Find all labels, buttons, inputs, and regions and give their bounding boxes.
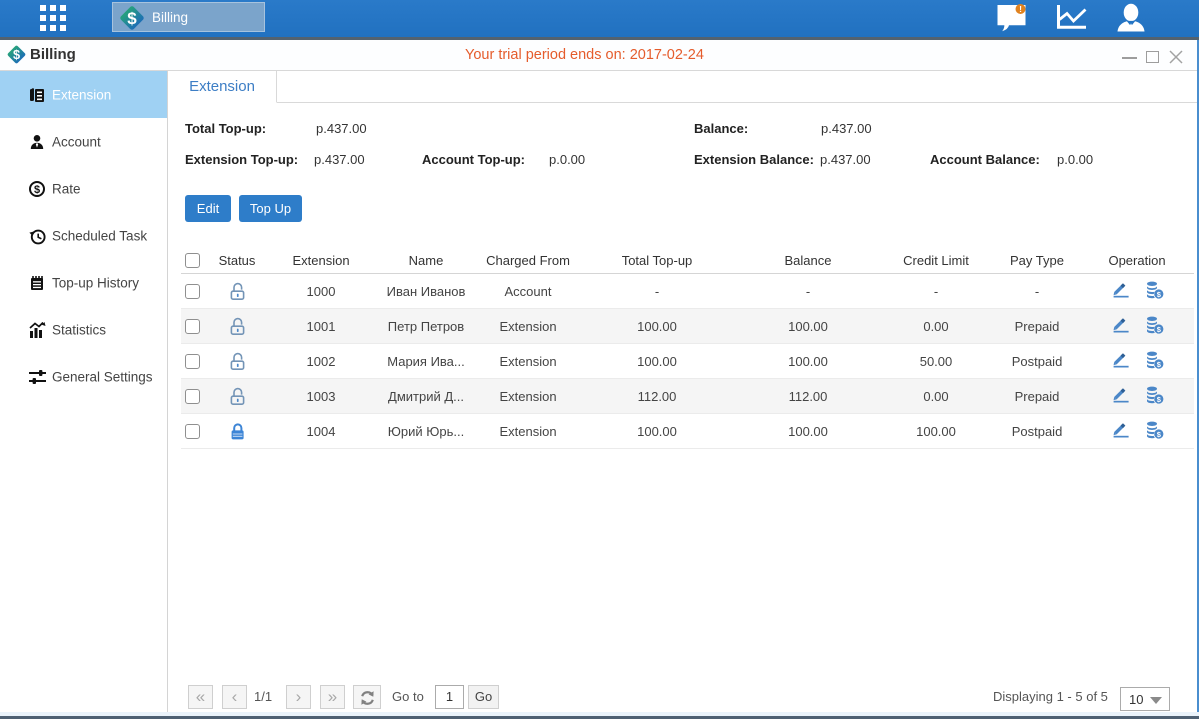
svg-text:!: !	[1019, 4, 1022, 14]
svg-text:$: $	[13, 47, 20, 62]
svg-text:$: $	[127, 9, 137, 28]
svg-text:$: $	[34, 184, 40, 196]
